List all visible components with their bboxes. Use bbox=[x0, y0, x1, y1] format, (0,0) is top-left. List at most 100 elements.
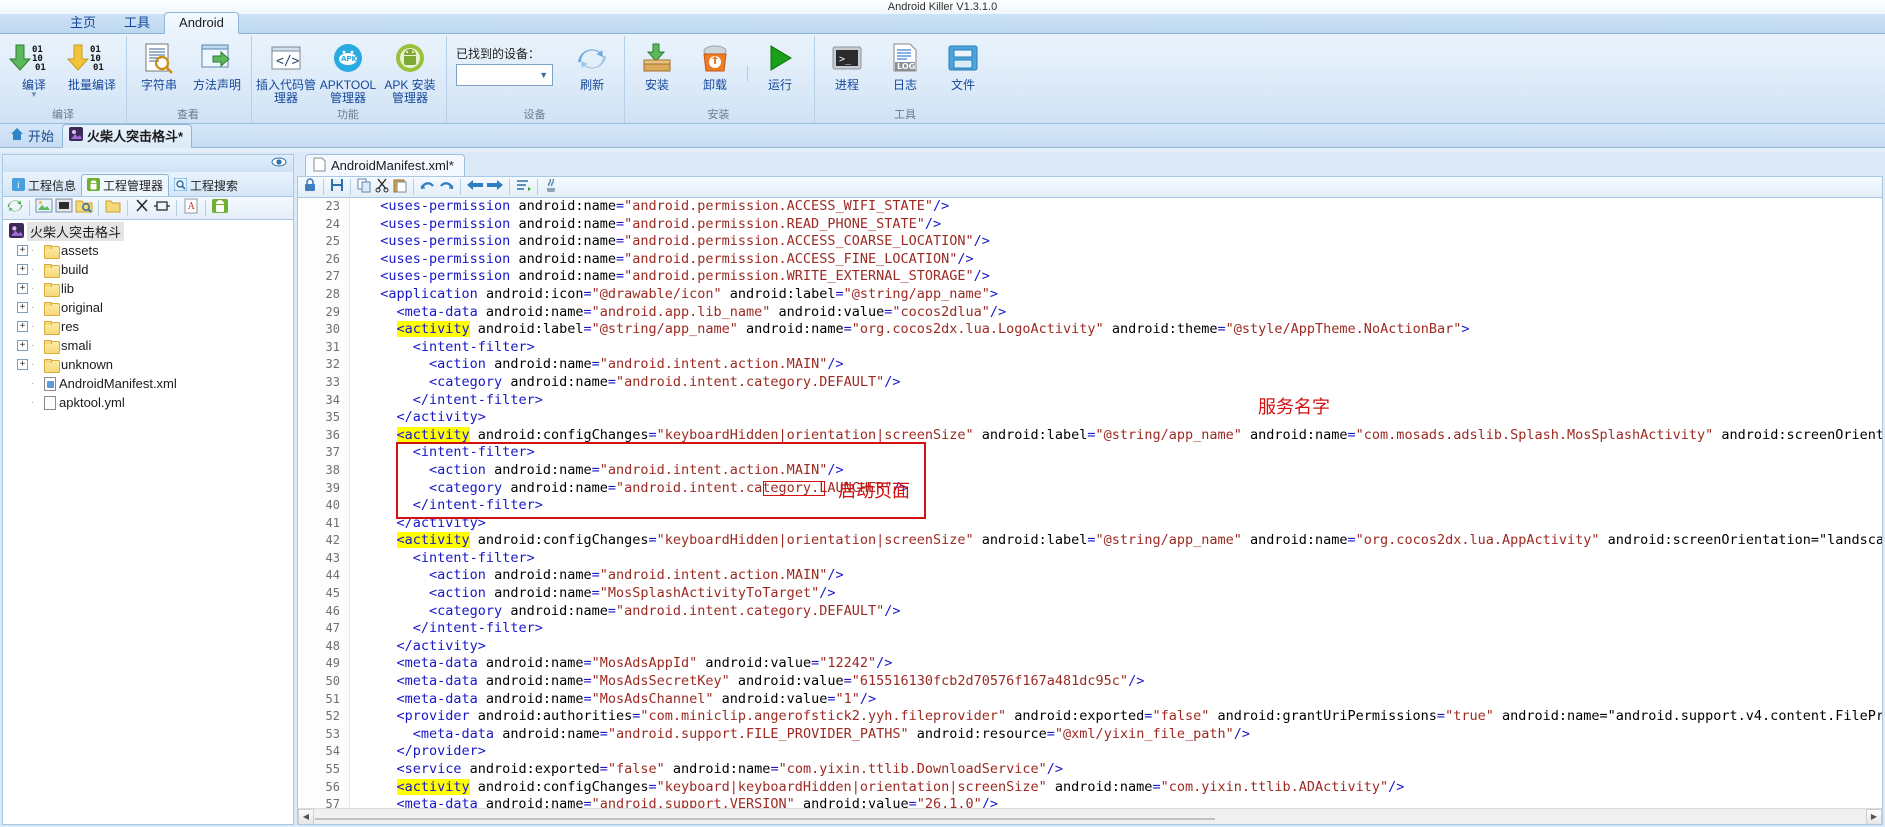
code-line[interactable]: 34 </intent-filter> bbox=[298, 391, 1882, 410]
expand-icon[interactable]: + bbox=[17, 245, 28, 256]
code-line[interactable]: 32 <action android:name="android.intent.… bbox=[298, 356, 1882, 374]
doc-tab-start[interactable]: 开始 bbox=[4, 125, 62, 147]
uninstall-button[interactable]: 卸载 bbox=[686, 39, 744, 94]
process-button[interactable]: >_ 进程 bbox=[818, 39, 876, 94]
file-manager-button[interactable]: 文件 bbox=[934, 39, 992, 94]
device-select[interactable]: ▼ bbox=[456, 64, 554, 86]
code-line[interactable]: 24 <uses-permission android:name="androi… bbox=[298, 215, 1882, 234]
expand-icon[interactable]: + bbox=[17, 359, 28, 370]
chevron-down-icon[interactable]: ▼ bbox=[30, 91, 38, 99]
code-line[interactable]: 43 <intent-filter> bbox=[298, 549, 1882, 568]
java-icon[interactable] bbox=[543, 177, 559, 198]
tree-item-androidmanifest[interactable]: +· AndroidManifest.xml bbox=[3, 374, 293, 393]
code-line[interactable]: 35 </activity> bbox=[298, 409, 1882, 427]
tree-item-apktoolyml[interactable]: +· apktool.yml bbox=[3, 393, 293, 412]
android-build-icon[interactable] bbox=[211, 197, 229, 220]
code-line[interactable]: 55 <service android:exported="false" and… bbox=[298, 761, 1882, 779]
apk-install-manager-button[interactable]: APK 安装管理器 bbox=[379, 39, 441, 107]
tree-root-node[interactable]: 火柴人突击格斗 bbox=[3, 222, 293, 241]
doc-tab-project[interactable]: 火柴人突击格斗* bbox=[62, 124, 193, 148]
code-line[interactable]: 54 </provider> bbox=[298, 743, 1882, 761]
apktool-manager-button[interactable]: APK APKTOOL 管理器 bbox=[317, 39, 379, 107]
expand-icon[interactable]: + bbox=[17, 283, 28, 294]
insert-code-manager-button[interactable]: </> 插入代码管理器 bbox=[255, 39, 317, 107]
method-declaration-button[interactable]: 方法声明 bbox=[188, 39, 246, 94]
code-line[interactable]: 29 <meta-data android:name="android.app.… bbox=[298, 303, 1882, 322]
ribbon-tab-home[interactable]: 主页 bbox=[56, 13, 110, 33]
compile-button[interactable]: 01 10 01 编译 ▼ bbox=[5, 39, 63, 100]
tab-project-search[interactable]: 工程搜索 bbox=[169, 175, 243, 196]
paste-icon[interactable] bbox=[392, 177, 408, 198]
project-tree[interactable]: 火柴人突击格斗 + · assets + · build + · lib + ·… bbox=[2, 220, 294, 825]
undo-icon[interactable] bbox=[419, 177, 436, 198]
tree-item-smali[interactable]: + · smali bbox=[3, 336, 293, 355]
code-line[interactable]: 33 <category android:name="android.inten… bbox=[298, 373, 1882, 392]
lock-icon[interactable] bbox=[302, 177, 318, 198]
forward-icon[interactable] bbox=[486, 177, 504, 198]
tree-item-build[interactable]: + · build bbox=[3, 260, 293, 279]
code-line[interactable]: 48 </activity> bbox=[298, 637, 1882, 656]
code-line[interactable]: 44 <action android:name="android.intent.… bbox=[298, 567, 1882, 586]
code-line[interactable]: 45 <action android:name="MosSplashActivi… bbox=[298, 585, 1882, 603]
log-button[interactable]: LOG 日志 bbox=[876, 39, 934, 94]
cut-icon[interactable] bbox=[374, 177, 390, 198]
refresh-device-button[interactable]: 刷新 bbox=[565, 39, 619, 94]
code-line[interactable]: 26 <uses-permission android:name="androi… bbox=[298, 250, 1882, 269]
tree-item-assets[interactable]: + · assets bbox=[3, 241, 293, 260]
ribbon-tab-tools[interactable]: 工具 bbox=[110, 13, 164, 33]
code-line[interactable]: 57 <meta-data android:name="android.supp… bbox=[298, 796, 1882, 808]
tab-project-manager[interactable]: 工程管理器 bbox=[81, 174, 170, 197]
install-button[interactable]: 安装 bbox=[628, 39, 686, 94]
code-line[interactable]: 46 <category android:name="android.inten… bbox=[298, 602, 1882, 621]
folder-search-icon[interactable] bbox=[75, 197, 93, 220]
expand-icon[interactable]: + bbox=[17, 302, 28, 313]
format-icon[interactable] bbox=[515, 177, 532, 198]
editor-tab-androidmanifest[interactable]: AndroidManifest.xml* bbox=[305, 154, 465, 176]
code-line[interactable]: 30 <activity android:label="@string/app_… bbox=[298, 321, 1882, 339]
scroll-left-button[interactable]: ◀ bbox=[298, 808, 314, 824]
text-file-icon[interactable]: A bbox=[182, 197, 200, 220]
code-editor[interactable]: 23 <uses-permission android:name="androi… bbox=[297, 198, 1883, 825]
tree-item-lib[interactable]: + · lib bbox=[3, 279, 293, 298]
tree-item-res[interactable]: + · res bbox=[3, 317, 293, 336]
code-line[interactable]: 56 <activity android:configChanges="keyb… bbox=[298, 778, 1882, 797]
code-line[interactable]: 42 <activity android:configChanges="keyb… bbox=[298, 532, 1882, 550]
code-line[interactable]: 25 <uses-permission android:name="androi… bbox=[298, 233, 1882, 251]
batch-compile-button[interactable]: 01 10 01 批量编译 bbox=[63, 39, 121, 94]
rename-icon[interactable] bbox=[153, 197, 171, 220]
redo-icon[interactable] bbox=[438, 177, 455, 198]
eye-icon[interactable] bbox=[271, 155, 287, 173]
copy-icon[interactable] bbox=[356, 177, 372, 198]
code-line[interactable]: 47 </intent-filter> bbox=[298, 620, 1882, 638]
cut-icon[interactable] bbox=[133, 197, 151, 220]
folder-icon[interactable] bbox=[104, 197, 122, 220]
save-icon[interactable] bbox=[329, 177, 345, 198]
ribbon-tab-android[interactable]: Android bbox=[164, 12, 239, 34]
back-icon[interactable] bbox=[466, 177, 484, 198]
code-line[interactable]: 31 <intent-filter> bbox=[298, 338, 1882, 357]
image-icon[interactable] bbox=[35, 197, 53, 220]
tree-item-unknown[interactable]: + · unknown bbox=[3, 355, 293, 374]
code-line[interactable]: 49 <meta-data android:name="MosAdsAppId"… bbox=[298, 655, 1882, 674]
code-line[interactable]: 27 <uses-permission android:name="androi… bbox=[298, 268, 1882, 286]
code-line[interactable]: 51 <meta-data android:name="MosAdsChanne… bbox=[298, 690, 1882, 709]
code-line[interactable]: 52 <provider android:authorities="com.mi… bbox=[298, 708, 1882, 726]
refresh-icon[interactable] bbox=[6, 197, 24, 220]
code-line[interactable]: 23 <uses-permission android:name="androi… bbox=[298, 198, 1882, 216]
code-line[interactable]: 50 <meta-data android:name="MosAdsSecret… bbox=[298, 673, 1882, 691]
expand-icon[interactable]: + bbox=[17, 340, 28, 351]
black-square-icon[interactable] bbox=[55, 197, 73, 220]
scroll-right-button[interactable]: ▶ bbox=[1866, 808, 1882, 824]
scroll-thumb[interactable] bbox=[315, 817, 1215, 820]
horizontal-scrollbar[interactable]: ◀ ▶ bbox=[298, 808, 1882, 824]
expand-icon[interactable]: + bbox=[17, 321, 28, 332]
chevron-down-icon: ▼ bbox=[539, 70, 549, 80]
batch-compile-button-label: 批量编译 bbox=[67, 78, 116, 92]
tab-project-info[interactable]: i 工程信息 bbox=[7, 175, 81, 196]
tree-item-original[interactable]: + · original bbox=[3, 298, 293, 317]
run-button[interactable]: 运行 bbox=[751, 39, 809, 94]
strings-button[interactable]: 字符串 bbox=[130, 39, 188, 94]
expand-icon[interactable]: + bbox=[17, 264, 28, 275]
code-line[interactable]: 53 <meta-data android:name="android.supp… bbox=[298, 725, 1882, 744]
code-line[interactable]: 28 <application android:icon="@drawable/… bbox=[298, 285, 1882, 304]
